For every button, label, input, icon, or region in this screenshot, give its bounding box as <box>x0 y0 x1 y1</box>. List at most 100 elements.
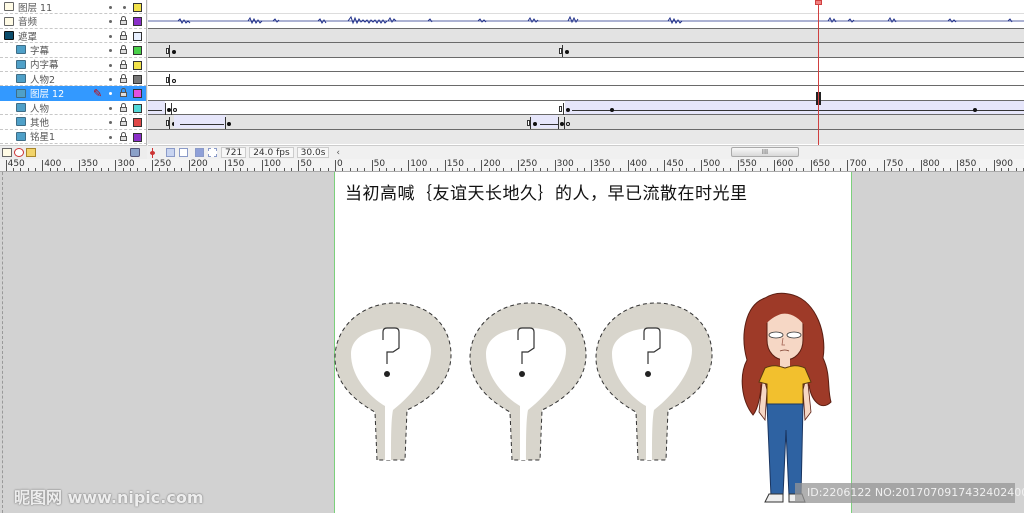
outline-color-swatch[interactable] <box>133 60 142 70</box>
lock-icon[interactable] <box>120 131 127 141</box>
visibility-toggle[interactable] <box>109 6 112 9</box>
layer-name: 铭星1 <box>30 132 56 144</box>
keyframe[interactable] <box>227 122 231 127</box>
layer-row[interactable]: 人物2 <box>0 72 146 87</box>
outline-color-swatch[interactable] <box>133 132 142 142</box>
outline-color-swatch[interactable] <box>133 3 142 12</box>
ruler-minor-tick <box>400 168 402 171</box>
ruler-minor-tick <box>195 168 197 171</box>
ruler-minor-tick <box>378 168 380 171</box>
layer-row[interactable]: 图层 12 ✎ <box>0 86 146 101</box>
frame-row[interactable] <box>148 28 1024 44</box>
frame-row[interactable] <box>148 0 1024 15</box>
thought-bubble-1[interactable] <box>333 300 455 462</box>
lock-icon[interactable] <box>120 16 127 26</box>
onion-skin-icon[interactable] <box>166 148 175 157</box>
ruler-major-tick <box>408 160 410 171</box>
ruler-minor-tick <box>722 168 724 171</box>
ruler-minor-tick <box>913 168 915 171</box>
edit-multiple-frames-icon[interactable] <box>195 148 204 157</box>
add-motion-guide-icon[interactable] <box>14 148 24 157</box>
outline-color-swatch[interactable] <box>133 46 142 56</box>
lock-icon[interactable] <box>120 30 127 40</box>
lock-icon[interactable] <box>120 117 127 127</box>
new-folder-icon[interactable] <box>26 148 36 157</box>
horizontal-scrollbar-thumb[interactable]: III <box>731 147 799 157</box>
outline-color-swatch[interactable] <box>133 89 142 99</box>
playhead[interactable] <box>818 0 819 145</box>
visibility-toggle[interactable] <box>109 49 112 53</box>
ruler-minor-tick <box>840 168 842 171</box>
new-layer-icon[interactable] <box>2 148 12 157</box>
visibility-toggle[interactable] <box>109 121 112 125</box>
stage-canvas[interactable]: 当初高喊｛友谊天长地久｝的人，早已流散在时光里 <box>334 172 852 513</box>
girl-character[interactable] <box>735 290 835 510</box>
keyframe[interactable] <box>565 50 569 55</box>
ruler-minor-tick <box>539 168 541 171</box>
layer-row[interactable]: 字幕 <box>0 43 146 58</box>
layer-row[interactable]: 其他 <box>0 115 146 130</box>
visibility-toggle[interactable] <box>109 106 112 110</box>
outline-color-swatch[interactable] <box>133 118 142 128</box>
frame-row[interactable] <box>148 115 1024 130</box>
blank-keyframe[interactable] <box>566 122 570 127</box>
frame-row[interactable] <box>148 43 1024 58</box>
visibility-toggle[interactable] <box>109 92 112 96</box>
lock-icon[interactable] <box>120 102 127 112</box>
lock-icon[interactable] <box>120 59 127 69</box>
lock-icon[interactable] <box>120 88 127 98</box>
outline-color-swatch[interactable] <box>133 31 142 41</box>
frame-row-selected[interactable] <box>148 86 1024 101</box>
center-frame-icon[interactable] <box>150 147 160 158</box>
ruler-label: 250 <box>520 159 538 169</box>
blank-keyframe[interactable] <box>173 107 177 112</box>
mask-layer-icon <box>4 30 14 40</box>
visibility-toggle[interactable] <box>109 34 112 38</box>
onion-skin-outlines-icon[interactable] <box>179 148 188 157</box>
outline-color-swatch[interactable] <box>133 103 142 113</box>
ruler-minor-tick <box>891 168 893 171</box>
keyframe[interactable] <box>610 107 614 112</box>
ruler-minor-tick <box>203 168 205 171</box>
trash-icon[interactable] <box>130 148 140 157</box>
visibility-toggle[interactable] <box>109 78 112 81</box>
blank-keyframe[interactable] <box>172 79 176 83</box>
ruler-minor-tick <box>276 168 278 171</box>
thought-bubble-3[interactable] <box>594 300 716 462</box>
ruler-label: 550 <box>739 159 757 169</box>
subtitle-text[interactable]: 当初高喊｛友谊天长地久｝的人，早已流散在时光里 <box>345 179 748 204</box>
lock-icon[interactable] <box>120 45 127 55</box>
keyframe[interactable] <box>172 50 176 55</box>
keyframe[interactable] <box>973 107 977 112</box>
thought-bubble-2[interactable] <box>468 300 590 462</box>
frame-row[interactable] <box>148 72 1024 87</box>
layer-row[interactable]: 图层 11 <box>0 0 146 15</box>
frame-row[interactable] <box>148 57 1024 72</box>
lock-toggle[interactable] <box>123 6 126 9</box>
playhead-handle[interactable] <box>815 0 822 5</box>
ruler-label: 100 <box>263 159 281 169</box>
tween-span <box>565 100 1024 114</box>
visibility-toggle[interactable] <box>109 63 112 67</box>
outline-color-swatch[interactable] <box>133 17 142 27</box>
layer-row[interactable]: 人物 <box>0 101 146 116</box>
lock-icon[interactable] <box>120 74 127 83</box>
keyframe[interactable] <box>566 107 570 112</box>
layer-row[interactable]: 内字幕 <box>0 58 146 72</box>
frame-row[interactable] <box>148 100 1024 116</box>
visibility-toggle[interactable] <box>109 20 112 24</box>
ruler-major-tick <box>627 160 629 171</box>
modify-onion-markers-icon[interactable] <box>208 148 217 157</box>
frame-rate[interactable]: 24.0 fps <box>249 147 294 158</box>
outline-color-swatch[interactable] <box>133 75 142 84</box>
visibility-toggle[interactable] <box>109 135 112 139</box>
layer-row[interactable]: 遮罩 <box>0 29 146 44</box>
frame-row-audio[interactable] <box>148 14 1024 29</box>
scroll-left-button[interactable]: ‹ <box>336 148 340 158</box>
ruler-label: 450 <box>666 159 684 169</box>
layer-row[interactable]: 音频 <box>0 14 146 29</box>
layer-row[interactable]: 铭星1 <box>0 130 146 144</box>
frame-grid[interactable] <box>148 0 1024 145</box>
ruler-minor-tick <box>613 168 615 171</box>
frame-row[interactable] <box>148 129 1024 144</box>
